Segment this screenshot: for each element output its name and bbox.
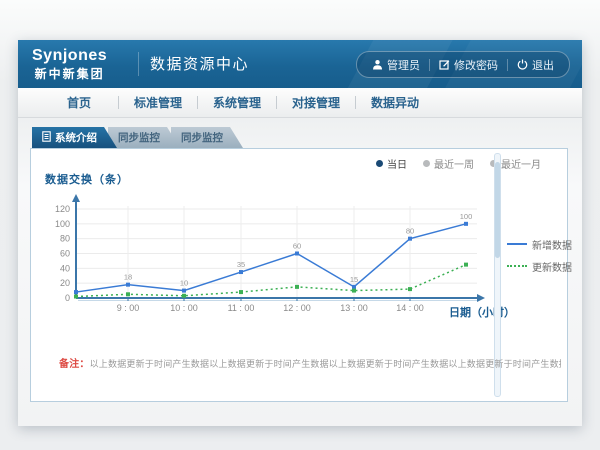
legend-label: 更新数据 <box>532 259 572 274</box>
svg-text:10 : 00: 10 : 00 <box>170 303 198 313</box>
tab-1[interactable]: 系统介绍 <box>32 127 117 148</box>
svg-text:14 : 00: 14 : 00 <box>396 303 424 313</box>
chart-legend: 新增数据更新数据 <box>507 237 572 281</box>
svg-text:60: 60 <box>293 242 301 251</box>
nav-item-1[interactable]: 首页 <box>40 94 118 111</box>
page-title: 数据资源中心 <box>150 40 249 88</box>
svg-text:35: 35 <box>237 260 245 269</box>
synjones-logo: Synjones 新中新集团 <box>32 45 107 80</box>
footnote: 备注：以上数据更新于时间产生数据以上数据更新于时间产生数据以上数据更新于时间产生… <box>59 355 561 370</box>
svg-text:20: 20 <box>60 278 70 288</box>
svg-text:100: 100 <box>55 219 70 229</box>
logo-cn-text: 新中新集团 <box>32 68 107 80</box>
tab-2[interactable]: 同步监控 <box>108 127 180 148</box>
svg-text:13 : 00: 13 : 00 <box>340 303 368 313</box>
range-option-label: 当日 <box>387 156 407 171</box>
footnote-label: 备注： <box>59 359 90 370</box>
line-chart: 9 : 00 10 : 00 11 : 00 12 : 00 13 : 00 14 : 0… <box>31 194 567 334</box>
svg-text:100: 100 <box>460 212 473 221</box>
legend-line-sample <box>507 265 527 267</box>
svg-text:12 : 00: 12 : 00 <box>283 303 311 313</box>
logo-en-text: Synjones <box>32 45 107 64</box>
legend-item-2[interactable]: 更新数据 <box>507 259 572 273</box>
chart-panel: 当日 最近一周 最近一月 数据交换（条） 9 : 00 10 : 00 11 : 00 1… <box>30 148 568 402</box>
svg-text:9 : 00: 9 : 00 <box>117 303 140 313</box>
radio-dot-icon <box>423 160 430 167</box>
nav-item-2[interactable]: 标准管理 <box>119 94 197 111</box>
tab-label: 同步监控 <box>181 130 223 145</box>
edit-icon <box>439 59 450 70</box>
user-icon <box>372 59 383 70</box>
svg-text:15: 15 <box>350 275 358 284</box>
radio-dot-icon <box>376 160 383 167</box>
change-password-label: 修改密码 <box>454 57 498 73</box>
time-range-selector: 当日 最近一周 最近一月 <box>376 156 541 171</box>
range-option-2[interactable]: 最近一周 <box>423 156 474 171</box>
legend-label: 新增数据 <box>532 237 572 252</box>
footnote-text: 以上数据更新于时间产生数据以上数据更新于时间产生数据以上数据更新于时间产生数据以… <box>90 359 561 369</box>
range-option-label: 最近一月 <box>501 156 541 171</box>
tab-label: 同步监控 <box>118 130 160 145</box>
document-icon <box>42 131 51 145</box>
legend-line-sample <box>507 243 527 245</box>
svg-text:10: 10 <box>180 279 188 288</box>
change-password-button[interactable]: 修改密码 <box>430 57 507 73</box>
desktop-background: Synjones 新中新集团 数据资源中心 管理员 修改密码 <box>0 0 600 450</box>
nav-item-5[interactable]: 数据异动 <box>356 94 434 111</box>
tab-label: 系统介绍 <box>55 130 97 145</box>
svg-text:60: 60 <box>60 249 70 259</box>
svg-text:18: 18 <box>124 273 132 282</box>
svg-text:80: 80 <box>60 234 70 244</box>
user-menu-admin[interactable]: 管理员 <box>363 57 429 73</box>
user-menu-admin-label: 管理员 <box>387 57 420 73</box>
svg-text:0: 0 <box>65 293 70 303</box>
logout-label: 退出 <box>532 57 554 73</box>
main-nav: 首页标准管理系统管理对接管理数据异动 <box>18 88 582 118</box>
range-option-label: 最近一周 <box>434 156 474 171</box>
tab-bar: 系统介绍 同步监控 同步监控 <box>32 127 234 148</box>
user-menu: 管理员 修改密码 退出 <box>356 51 570 78</box>
app-header: Synjones 新中新集团 数据资源中心 管理员 修改密码 <box>18 40 582 88</box>
svg-text:40: 40 <box>60 263 70 273</box>
legend-item-1[interactable]: 新增数据 <box>507 237 572 251</box>
chart-y-axis-title: 数据交换（条） <box>45 171 129 187</box>
power-icon <box>517 59 528 70</box>
svg-text:80: 80 <box>406 227 414 236</box>
logout-button[interactable]: 退出 <box>508 57 563 73</box>
scrollbar-thumb[interactable] <box>495 162 500 258</box>
nav-item-3[interactable]: 系统管理 <box>198 94 276 111</box>
svg-text:日期（小时）: 日期（小时） <box>449 305 515 319</box>
tab-3[interactable]: 同步监控 <box>171 127 243 148</box>
nav-item-4[interactable]: 对接管理 <box>277 94 355 111</box>
svg-text:120: 120 <box>55 204 70 214</box>
app-window: Synjones 新中新集团 数据资源中心 管理员 修改密码 <box>18 40 582 426</box>
svg-text:11 : 00: 11 : 00 <box>228 303 255 313</box>
range-option-1[interactable]: 当日 <box>376 156 407 171</box>
header-divider <box>138 52 139 76</box>
